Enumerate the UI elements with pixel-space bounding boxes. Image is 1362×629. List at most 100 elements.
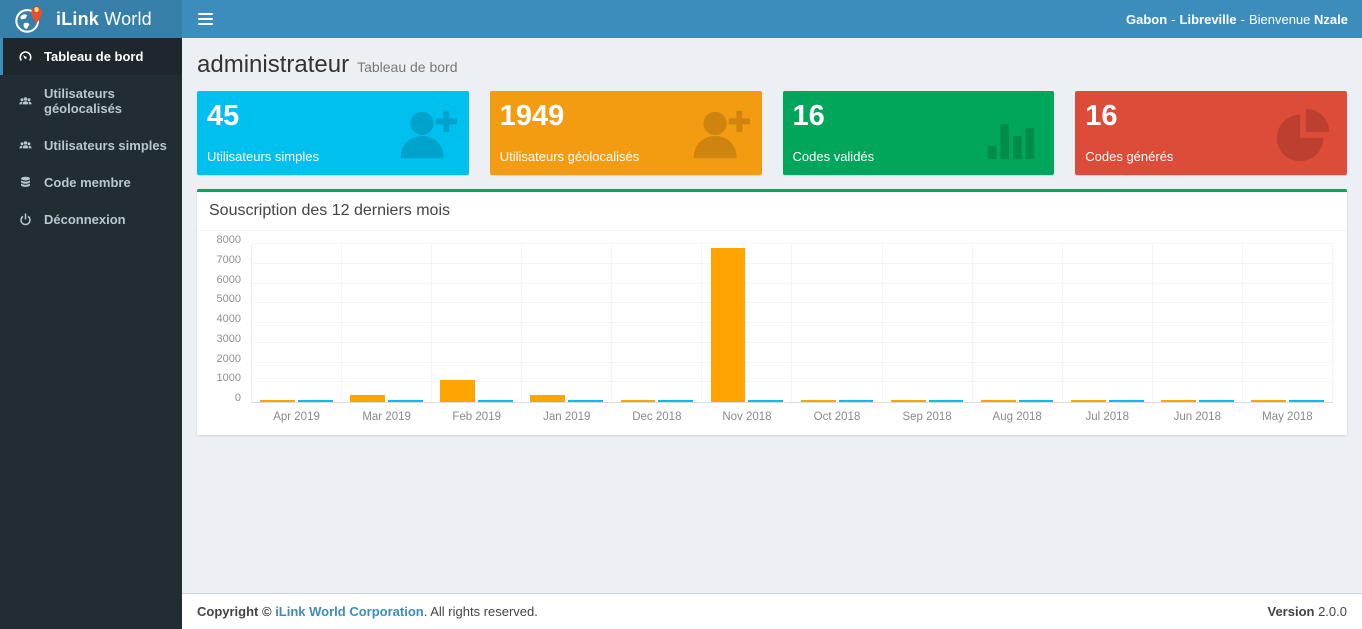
bar-serie-orange	[260, 400, 295, 402]
users-icon	[17, 138, 34, 153]
pie-chart-icon	[1273, 103, 1335, 170]
y-axis-tick: 5000	[217, 293, 241, 305]
sidebar-toggle-button[interactable]	[182, 0, 229, 38]
content-header: administrateurTableau de bord	[182, 38, 1362, 85]
bar-serie-bleue	[658, 400, 693, 402]
greeting-username: Nzale	[1314, 12, 1348, 27]
subscription-bar-chart: 010002000300040005000600070008000Apr 201…	[207, 245, 1337, 403]
greeting-country: Gabon	[1126, 12, 1167, 27]
bar-serie-bleue	[929, 400, 964, 402]
bar-group: Jul 2018	[1063, 245, 1153, 402]
greeting-welcome: Bienvenue	[1249, 12, 1310, 27]
subscription-chart-panel: Souscription des 12 derniers mois 010002…	[197, 189, 1347, 435]
stat-card-utilisateurs-simples: 45 Utilisateurs simples	[197, 91, 469, 175]
page-title: administrateurTableau de bord	[197, 51, 1347, 79]
version-text: Version 2.0.0	[1267, 604, 1347, 619]
sidebar-item-label: Tableau de bord	[44, 49, 143, 64]
page-subtitle: Tableau de bord	[357, 59, 457, 75]
bar-serie-bleue	[1109, 400, 1144, 402]
bar-serie-bleue	[388, 400, 423, 402]
brand-text: iLink World	[56, 9, 152, 30]
chart-y-axis: 010002000300040005000600070008000	[207, 239, 247, 403]
app-root: $ iLink World Gabon-Libreville-Bienvenue…	[0, 38, 1362, 629]
sidebar-item-code-membre[interactable]: Code membre	[0, 164, 182, 201]
chart-panel-header: Souscription des 12 derniers mois	[197, 192, 1347, 231]
brand-logo[interactable]: $ iLink World	[0, 0, 182, 38]
bar-serie-bleue	[748, 400, 783, 402]
dashboard-icon	[17, 49, 34, 64]
bar-group: Apr 2019	[252, 245, 342, 402]
bar-serie-bleue	[1199, 400, 1234, 402]
bar-group: Aug 2018	[973, 245, 1063, 402]
sidebar-item-label: Utilisateurs géolocalisés	[44, 86, 168, 116]
bar-group: Jun 2018	[1153, 245, 1243, 402]
user-greeting: Gabon-Libreville-Bienvenue Nzale	[1126, 12, 1362, 27]
gridline	[252, 243, 1333, 244]
sidebar-item-label: Utilisateurs simples	[44, 138, 167, 153]
bar-serie-orange	[621, 400, 656, 402]
y-axis-tick: 4000	[217, 313, 241, 325]
bar-serie-orange	[1161, 400, 1196, 402]
bar-serie-orange	[350, 395, 385, 402]
content-wrapper: administrateurTableau de bord 45 Utilisa…	[182, 38, 1362, 593]
bar-group: May 2018	[1243, 245, 1333, 402]
copyright-text: Copyright © iLink World Corporation. All…	[197, 604, 538, 619]
y-axis-tick: 8000	[217, 234, 241, 246]
bar-serie-bleue	[1289, 400, 1324, 402]
chart-panel-body: 010002000300040005000600070008000Apr 201…	[197, 231, 1347, 435]
bar-serie-orange	[1071, 400, 1106, 402]
stat-card-codes-generes: 16 Codes générés	[1075, 91, 1347, 175]
stat-card-codes-valides: 16 Codes validés	[783, 91, 1055, 175]
bar-serie-orange	[891, 400, 926, 402]
top-navbar: Gabon-Libreville-Bienvenue Nzale	[182, 0, 1362, 38]
bar-group: Nov 2018	[702, 245, 792, 402]
bar-serie-orange	[530, 395, 565, 402]
user-plus-icon	[688, 103, 750, 170]
bar-serie-bleue	[1019, 400, 1054, 402]
bar-serie-orange	[981, 400, 1016, 402]
y-axis-tick: 3000	[217, 333, 241, 345]
greeting-city: Libreville	[1180, 12, 1237, 27]
bar-serie-bleue	[568, 400, 603, 402]
bar-group: Jan 2019	[522, 245, 612, 402]
y-axis-tick: 1000	[217, 372, 241, 384]
y-axis-tick: 6000	[217, 274, 241, 286]
sidebar-item-tableau-de-bord[interactable]: Tableau de bord	[0, 38, 182, 75]
bar-serie-bleue	[298, 400, 333, 402]
bar-chart-icon	[980, 103, 1042, 170]
bar-serie-orange	[440, 380, 475, 402]
bar-serie-orange	[1251, 400, 1286, 402]
svg-text:$: $	[35, 7, 38, 13]
globe-pin-logo-icon: $	[14, 3, 46, 35]
stat-cards-row: 45 Utilisateurs simples 1949 Utilisateur…	[182, 85, 1362, 185]
sidebar-item-utilisateurs-geolocalises[interactable]: Utilisateurs géolocalisés	[0, 75, 182, 127]
y-axis-tick: 7000	[217, 254, 241, 266]
bar-group: Sep 2018	[883, 245, 973, 402]
sidebar-menu: Tableau de bord Utilisateurs géolocalisé…	[0, 38, 182, 238]
bar-serie-orange	[711, 248, 746, 402]
chart-plot-area: Apr 2019Mar 2019Feb 2019Jan 2019Dec 2018…	[251, 245, 1333, 403]
database-icon	[17, 175, 34, 190]
stat-card-utilisateurs-geolocalises: 1949 Utilisateurs géolocalisés	[490, 91, 762, 175]
bar-serie-bleue	[839, 400, 874, 402]
sidebar-item-deconnexion[interactable]: Déconnexion	[0, 201, 182, 238]
chart-bar-groups: Apr 2019Mar 2019Feb 2019Jan 2019Dec 2018…	[252, 245, 1333, 402]
sidebar-item-utilisateurs-simples[interactable]: Utilisateurs simples	[0, 127, 182, 164]
chart-title: Souscription des 12 derniers mois	[209, 202, 1335, 220]
sidebar-item-label: Déconnexion	[44, 212, 126, 227]
bar-serie-bleue	[478, 400, 513, 402]
power-icon	[17, 212, 34, 227]
sidebar-item-label: Code membre	[44, 175, 131, 190]
bar-serie-orange	[801, 400, 836, 402]
bar-group: Dec 2018	[612, 245, 702, 402]
bar-group: Oct 2018	[792, 245, 882, 402]
y-axis-tick: 0	[235, 392, 241, 404]
x-axis-label: May 2018	[1233, 411, 1342, 423]
hamburger-icon	[198, 13, 213, 25]
user-plus-icon	[395, 103, 457, 170]
main-footer: Copyright © iLink World Corporation. All…	[182, 593, 1362, 629]
sidebar: Tableau de bord Utilisateurs géolocalisé…	[0, 38, 182, 629]
company-link[interactable]: iLink World Corporation	[275, 604, 424, 619]
main-header: $ iLink World Gabon-Libreville-Bienvenue…	[0, 0, 1362, 38]
bar-group: Feb 2019	[432, 245, 522, 402]
